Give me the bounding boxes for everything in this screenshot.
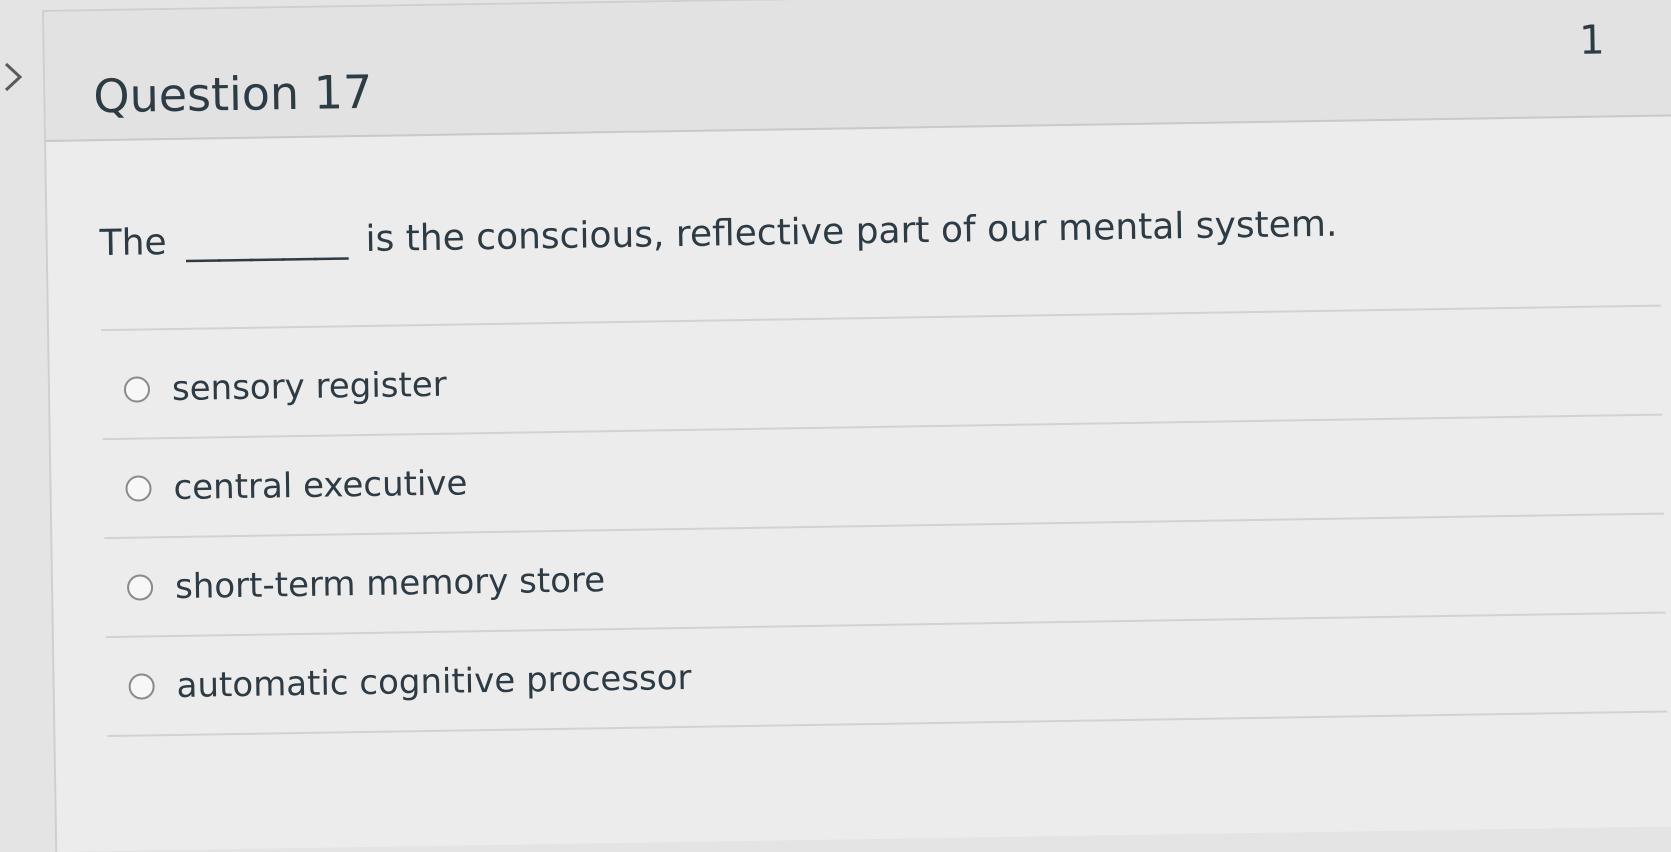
answer-label[interactable]: central executive [173, 463, 468, 508]
answer-label[interactable]: sensory register [172, 364, 447, 408]
radio-button[interactable] [126, 573, 154, 601]
radio-button[interactable] [123, 375, 151, 403]
question-text: The __________ is the conscious, reflect… [99, 204, 1337, 264]
answer-list: sensory register central executive short… [101, 316, 1668, 738]
answer-label[interactable]: short-term memory store [175, 560, 606, 607]
question-text-after: is the conscious, reflective part of our… [365, 203, 1338, 260]
question-header: Question 17 1 [44, 0, 1671, 142]
question-text-before: The [99, 222, 167, 265]
question-card: Question 17 1 The __________ is the cons… [42, 0, 1671, 852]
chevron-right-icon[interactable] [2, 62, 24, 92]
radio-button[interactable] [128, 672, 155, 700]
radio-button[interactable] [125, 474, 152, 502]
question-points: 1 [1578, 17, 1606, 64]
answer-label[interactable]: automatic cognitive processor [176, 657, 691, 705]
question-title: Question 17 [92, 64, 373, 124]
question-blank: __________ [185, 219, 347, 263]
